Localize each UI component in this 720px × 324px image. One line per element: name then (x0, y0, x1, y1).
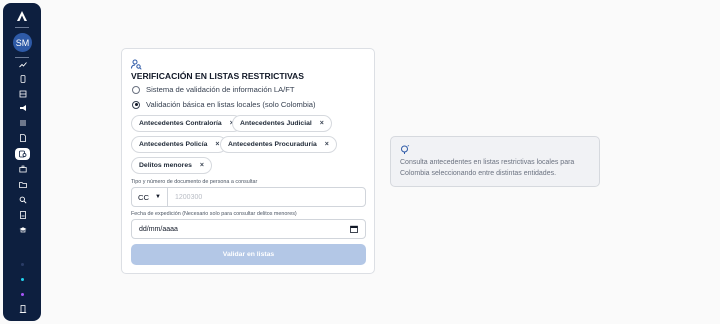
date-input[interactable]: dd/mm/aaaa (131, 219, 366, 239)
chip-remove-icon[interactable]: × (320, 120, 324, 127)
radio-button[interactable] (132, 100, 140, 109)
sidebar-item-graduation[interactable] (15, 224, 30, 236)
option-laft-system[interactable]: Sistema de validación de información LA/… (132, 85, 295, 94)
avatar[interactable]: SM (13, 33, 32, 52)
chevron-down-icon: ▼ (155, 194, 161, 200)
date-field-label: Fecha de expedición (Necesario solo para… (131, 211, 297, 217)
stack-icon (19, 90, 26, 98)
chip-label: Antecedentes Judicial (240, 120, 312, 127)
chip-label: Delitos menores (139, 162, 192, 169)
graduation-cap-icon (19, 227, 26, 233)
option-local-lists[interactable]: Validación básica en listas locales (sol… (132, 100, 316, 109)
chip-label: Antecedentes Contraloría (139, 120, 222, 127)
sidebar-item-records[interactable] (15, 88, 30, 100)
chip-policia: Antecedentes Policía × (131, 136, 228, 153)
sidebar-item-document[interactable] (15, 132, 30, 144)
sidebar-divider (15, 57, 29, 58)
chip-procuraduria: Antecedentes Procuraduría × (220, 136, 337, 153)
sidebar-item-building[interactable] (15, 303, 30, 315)
report-icon (19, 211, 26, 219)
document-icon (19, 134, 26, 142)
sidebar-item-file[interactable] (15, 73, 30, 85)
status-dot (21, 278, 24, 281)
status-dot (21, 293, 24, 296)
sidebar-divider (15, 27, 29, 28)
building-icon (19, 305, 26, 313)
radio-button[interactable] (132, 85, 140, 94)
sidebar-item-search[interactable] (15, 194, 30, 206)
briefcase-icon (18, 165, 27, 173)
page-title: VERIFICACIÓN EN LISTAS RESTRICTIVAS (131, 71, 304, 81)
lightbulb-icon (401, 145, 410, 154)
file-icon (20, 75, 25, 83)
chip-delitos-menores: Delitos menores × (131, 157, 212, 174)
megaphone-icon (19, 105, 26, 111)
sidebar-item-search-document[interactable] (15, 148, 30, 160)
calendar-icon[interactable] (350, 225, 358, 233)
folder-icon (18, 182, 27, 188)
validate-button[interactable]: Validar en listas (131, 244, 366, 265)
user-search-icon (131, 59, 142, 70)
sidebar-item-analytics[interactable] (15, 59, 30, 71)
chip-remove-icon[interactable]: × (325, 141, 329, 148)
magnifier-icon (19, 196, 27, 204)
doc-type-value: CC (138, 192, 149, 202)
search-document-icon (18, 150, 26, 158)
sidebar-item-briefcase[interactable] (15, 163, 30, 175)
sidebar-item-report[interactable] (15, 209, 30, 221)
doc-type-select[interactable]: CC ▼ (132, 188, 168, 206)
document-field: CC ▼ 1200300 (131, 187, 366, 207)
verification-card: VERIFICACIÓN EN LISTAS RESTRICTIVAS Sist… (121, 48, 375, 274)
chip-remove-icon[interactable]: × (200, 162, 204, 169)
sidebar-item-list[interactable] (15, 117, 30, 129)
option-label: Validación básica en listas locales (sol… (146, 100, 316, 109)
sidebar-item-folder[interactable] (15, 179, 30, 191)
list-icon (19, 120, 26, 126)
sidebar: SM (3, 3, 41, 321)
date-placeholder: dd/mm/aaaa (139, 225, 178, 233)
chip-label: Antecedentes Procuraduría (228, 141, 317, 148)
option-label: Sistema de validación de información LA/… (146, 85, 295, 94)
chip-contraloria: Antecedentes Contraloría × (131, 115, 242, 132)
app-logo-icon[interactable] (16, 10, 28, 22)
info-box: Consulta antecedentes en listas restrict… (390, 136, 600, 187)
doc-field-label: Tipo y número de documento de persona a … (131, 179, 258, 185)
chip-judicial: Antecedentes Judicial × (232, 115, 332, 132)
chip-label: Antecedentes Policía (139, 141, 208, 148)
status-dot (21, 263, 24, 266)
info-text: Consulta antecedentes en listas restrict… (400, 159, 575, 177)
trend-line-icon (18, 62, 27, 68)
chip-remove-icon[interactable]: × (215, 141, 219, 148)
doc-number-input[interactable]: 1200300 (168, 188, 365, 206)
sidebar-item-campaigns[interactable] (15, 102, 30, 114)
